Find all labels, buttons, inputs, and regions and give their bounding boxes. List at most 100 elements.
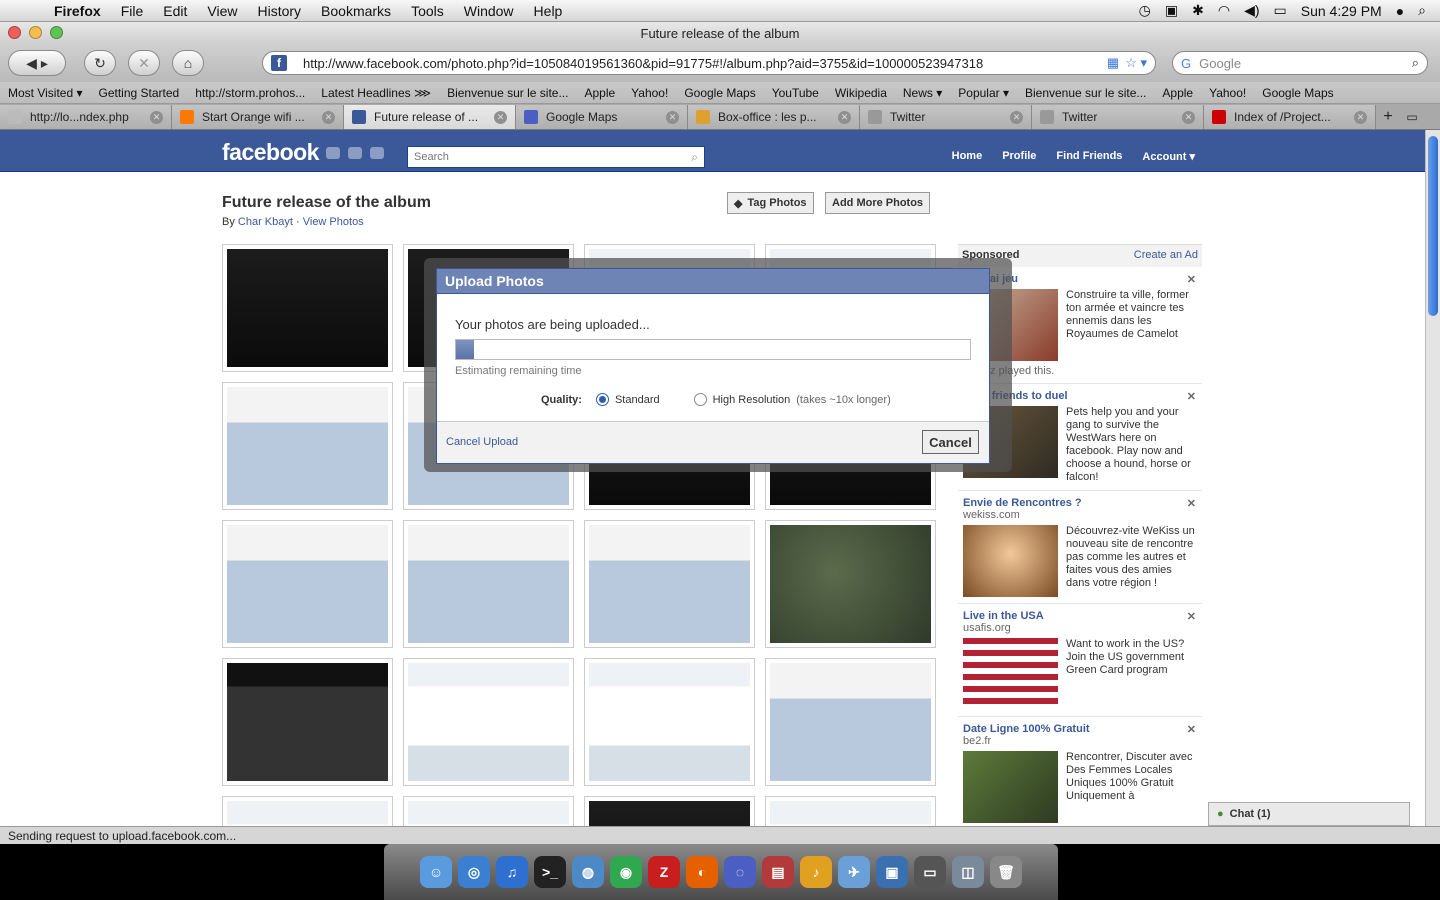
- stop-button[interactable]: ✕: [128, 50, 160, 76]
- cancel-upload-link[interactable]: Cancel Upload: [446, 436, 518, 448]
- facebook-logo[interactable]: facebook: [222, 139, 319, 166]
- url-text[interactable]: http://www.facebook.com/photo.php?id=105…: [303, 56, 1107, 71]
- photo-thumbnail[interactable]: [222, 658, 393, 786]
- rss-icon[interactable]: ▦: [1107, 55, 1119, 71]
- photo-thumbnail[interactable]: [765, 658, 936, 786]
- close-icon[interactable]: ✕: [1187, 390, 1196, 403]
- cancel-button[interactable]: Cancel: [922, 430, 979, 454]
- itunes-icon[interactable]: ♫: [496, 856, 528, 888]
- photo-app-icon[interactable]: ▤: [762, 856, 794, 888]
- create-ad-link[interactable]: Create an Ad: [1134, 249, 1198, 261]
- finder-icon[interactable]: ☺: [420, 856, 452, 888]
- spotlight-icon[interactable]: ⌕: [1418, 2, 1426, 19]
- facebook-search-input[interactable]: Search ⌕: [407, 146, 705, 168]
- google-icon[interactable]: G: [1181, 56, 1191, 71]
- tab[interactable]: Twitter ✕: [860, 105, 1032, 129]
- vertical-scrollbar[interactable]: [1425, 130, 1440, 826]
- tab-close-icon[interactable]: ✕: [666, 110, 679, 124]
- network-utility-icon[interactable]: ◍: [572, 856, 604, 888]
- ad-item[interactable]: Date Ligne 100% Gratuit be2.fr ✕ Rencont…: [958, 717, 1202, 826]
- notifications-icon[interactable]: [370, 147, 384, 159]
- tab[interactable]: Twitter ✕: [1032, 105, 1204, 129]
- menubar-clock[interactable]: Sun 4:29 PM: [1301, 3, 1382, 19]
- photo-thumbnail[interactable]: [584, 520, 755, 648]
- close-icon[interactable]: ✕: [1187, 273, 1196, 286]
- display-icon[interactable]: ▣: [1165, 2, 1178, 19]
- friend-requests-icon[interactable]: [326, 147, 340, 159]
- tab[interactable]: Start Orange wifi ... ✕: [172, 105, 344, 129]
- bookmark-item[interactable]: http://storm.prohos...: [195, 86, 305, 100]
- user-icon[interactable]: ●: [1396, 3, 1404, 19]
- bookmark-item[interactable]: Google Maps: [1262, 86, 1333, 100]
- chat-bar[interactable]: ● Chat (1): [1208, 802, 1410, 826]
- bookmark-item[interactable]: Apple: [584, 86, 615, 100]
- photo-thumbnail[interactable]: [765, 796, 936, 826]
- photo-thumbnail[interactable]: [403, 796, 574, 826]
- battery-icon[interactable]: ▭: [1274, 2, 1287, 19]
- ad-title[interactable]: Date Ligne 100% Gratuit: [963, 723, 1197, 735]
- bookmark-item[interactable]: Bienvenue sur le site...: [1025, 86, 1146, 100]
- bookmark-item[interactable]: Apple: [1162, 86, 1193, 100]
- nav-account[interactable]: Account ▾: [1142, 150, 1195, 163]
- ad-title[interactable]: Live in the USA: [963, 610, 1197, 622]
- bookmark-item[interactable]: Yahoo!: [1209, 86, 1246, 100]
- photo-thumbnail[interactable]: [403, 520, 574, 648]
- photo-thumbnail[interactable]: [584, 796, 755, 826]
- ad-title[interactable]: Envie de Rencontres ?: [963, 497, 1197, 509]
- bookmark-item[interactable]: Popular ▾: [958, 86, 1009, 100]
- add-more-photos-button[interactable]: Add More Photos: [825, 192, 931, 214]
- reload-button[interactable]: ↻: [84, 50, 116, 76]
- ad-image[interactable]: [963, 525, 1058, 597]
- zoom-window-button[interactable]: [50, 26, 63, 39]
- bookmark-item[interactable]: Google Maps: [684, 86, 755, 100]
- globe-app-icon[interactable]: ◌: [724, 856, 756, 888]
- photo-thumbnail[interactable]: [222, 796, 393, 826]
- nav-home[interactable]: Home: [952, 150, 983, 163]
- bookmark-item[interactable]: Getting Started: [99, 86, 180, 100]
- messages-icon[interactable]: [348, 147, 362, 159]
- photo-thumbnail[interactable]: [222, 382, 393, 510]
- tab-close-icon[interactable]: ✕: [1182, 110, 1195, 124]
- ad-image[interactable]: [963, 638, 1058, 710]
- bookmark-item[interactable]: News ▾: [903, 86, 942, 100]
- menu-window[interactable]: Window: [454, 3, 524, 19]
- tab-close-icon[interactable]: ✕: [150, 110, 163, 124]
- tab-list-button[interactable]: ▭: [1400, 105, 1424, 129]
- search-icon[interactable]: ⌕: [1412, 55, 1419, 71]
- photo-thumbnail[interactable]: [222, 520, 393, 648]
- tag-photos-button[interactable]: ◆ Tag Photos: [727, 192, 814, 214]
- nav-profile[interactable]: Profile: [1002, 150, 1036, 163]
- tab-close-icon[interactable]: ✕: [494, 110, 507, 124]
- menu-tools[interactable]: Tools: [401, 3, 454, 19]
- bookmark-item[interactable]: Wikipedia: [835, 86, 887, 100]
- menu-history[interactable]: History: [247, 3, 311, 19]
- menu-app[interactable]: Firefox: [44, 3, 111, 19]
- photo-thumbnail[interactable]: [222, 244, 393, 372]
- virtualbox-icon[interactable]: ▣: [876, 856, 908, 888]
- search-bar[interactable]: G Google ⌕: [1172, 51, 1428, 75]
- tab-close-icon[interactable]: ✕: [1354, 110, 1367, 124]
- close-icon[interactable]: ✕: [1187, 610, 1196, 623]
- time-machine-icon[interactable]: ◷: [1139, 2, 1151, 19]
- standard-quality-label[interactable]: Standard: [615, 394, 660, 406]
- photo-thumbnail[interactable]: [403, 658, 574, 786]
- bookmark-item[interactable]: Yahoo!: [631, 86, 668, 100]
- new-tab-button[interactable]: +: [1376, 105, 1400, 129]
- nav-find-friends[interactable]: Find Friends: [1056, 150, 1122, 163]
- tab[interactable]: Box-office : les p... ✕: [688, 105, 860, 129]
- filezilla-icon[interactable]: Z: [648, 856, 680, 888]
- home-button[interactable]: ⌂: [172, 50, 204, 76]
- standard-quality-radio[interactable]: [595, 393, 609, 406]
- bluetooth-icon[interactable]: ✱: [1192, 2, 1204, 19]
- bookmark-item[interactable]: Bienvenue sur le site...: [447, 86, 568, 100]
- photo-thumbnail[interactable]: [584, 658, 755, 786]
- ad-image[interactable]: [963, 751, 1058, 823]
- back-button[interactable]: ◀ ▸: [8, 50, 66, 76]
- close-window-button[interactable]: [8, 26, 21, 39]
- minimize-window-button[interactable]: [29, 26, 42, 39]
- url-bar[interactable]: f http://www.facebook.com/photo.php?id=1…: [262, 51, 1156, 75]
- menu-view[interactable]: View: [197, 3, 247, 19]
- wifi-icon[interactable]: ◠: [1218, 2, 1230, 19]
- mail-icon[interactable]: ✈: [838, 856, 870, 888]
- terminal-icon[interactable]: >_: [534, 856, 566, 888]
